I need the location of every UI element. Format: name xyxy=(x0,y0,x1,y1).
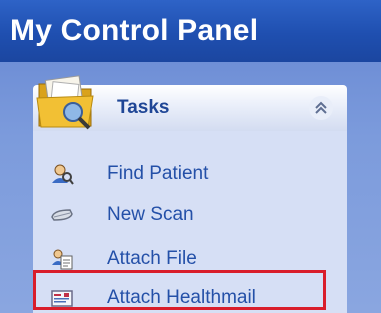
task-new-scan[interactable]: New Scan xyxy=(33,198,347,232)
control-panel: My Control Panel Tasks Find Patient New … xyxy=(0,0,381,313)
attach-file-icon xyxy=(50,247,74,271)
tasks-folder-icon xyxy=(33,72,99,132)
task-find-patient[interactable]: Find Patient xyxy=(33,157,347,191)
scanner-icon xyxy=(50,203,74,227)
collapse-chevron-icon[interactable] xyxy=(309,96,333,120)
tasks-list: Find Patient New Scan Attach File Attach… xyxy=(33,131,347,313)
highlight-box xyxy=(33,270,326,310)
task-attach-file-label[interactable]: Attach File xyxy=(107,248,197,270)
find-patient-icon xyxy=(50,162,74,186)
task-find-patient-label[interactable]: Find Patient xyxy=(107,163,208,185)
panel-title: My Control Panel xyxy=(0,0,381,62)
tasks-group-title[interactable]: Tasks xyxy=(117,85,169,131)
task-new-scan-label[interactable]: New Scan xyxy=(107,204,194,226)
